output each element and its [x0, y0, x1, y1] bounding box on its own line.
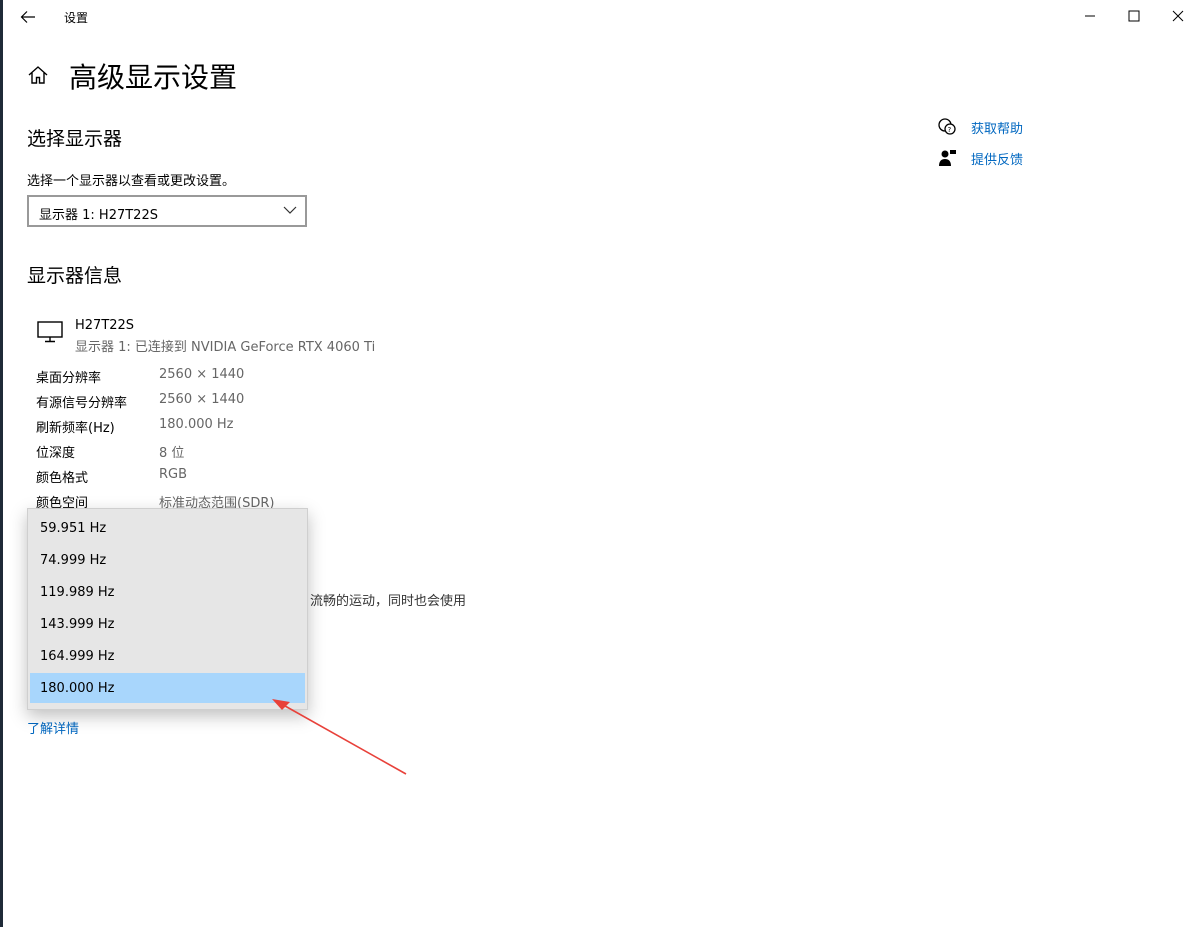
maximize-button[interactable] — [1111, 0, 1157, 32]
refresh-rate-option[interactable]: 119.989 Hz — [30, 577, 305, 607]
display-select-value: 显示器 1: H27T22S — [39, 208, 158, 223]
help-chat-icon: ? — [937, 117, 957, 137]
maximize-icon — [1128, 10, 1140, 22]
back-arrow-icon — [20, 11, 35, 23]
home-icon[interactable] — [27, 64, 49, 86]
refresh-rate-option[interactable]: 59.951 Hz — [30, 513, 305, 543]
info-value: 180.000 Hz — [159, 417, 234, 432]
info-row: 颜色格式 RGB — [36, 467, 436, 487]
title-bar: 设置 — [3, 0, 1198, 34]
option-label: 74.999 Hz — [40, 553, 107, 568]
info-key: 位深度 — [36, 446, 76, 461]
minimize-button[interactable] — [1067, 0, 1113, 32]
back-button[interactable] — [13, 3, 43, 31]
chevron-down-icon — [283, 206, 297, 214]
info-key: 有源信号分辨率 — [36, 396, 128, 411]
info-row: 位深度 8 位 — [36, 442, 436, 462]
refresh-rate-option[interactable]: 143.999 Hz — [30, 609, 305, 639]
info-row: 桌面分辨率 2560 × 1440 — [36, 367, 436, 387]
learn-more-link[interactable]: 了解详情 — [27, 718, 79, 737]
give-feedback-link[interactable]: 提供反馈 — [937, 148, 1023, 168]
option-label: 180.000 Hz — [40, 681, 115, 696]
page-title: 高级显示设置 — [69, 61, 238, 94]
info-key: 桌面分辨率 — [36, 371, 102, 386]
refresh-rate-option[interactable]: 164.999 Hz — [30, 641, 305, 671]
close-button[interactable] — [1155, 0, 1198, 32]
settings-window: 设置 高级显示设置 选择显示器 选择一个显示器以查看或更改设置。 显示器 1: … — [0, 0, 1198, 927]
monitor-name: H27T22S — [75, 318, 135, 333]
give-feedback-label: 提供反馈 — [971, 152, 1024, 168]
get-help-link[interactable]: ? 获取帮助 — [937, 117, 1023, 137]
display-info-heading: 显示器信息 — [27, 265, 123, 287]
info-key: 颜色格式 — [36, 471, 89, 486]
info-value: 8 位 — [159, 446, 185, 461]
info-value: 2560 × 1440 — [159, 367, 245, 382]
refresh-rate-option[interactable]: 74.999 Hz — [30, 545, 305, 575]
display-select-dropdown[interactable]: 显示器 1: H27T22S — [27, 195, 307, 227]
info-value: RGB — [159, 467, 188, 482]
refresh-rate-dropdown-list: 59.951 Hz 74.999 Hz 119.989 Hz 143.999 H… — [27, 508, 308, 710]
monitor-icon — [37, 321, 63, 343]
info-key: 刷新频率(Hz) — [36, 421, 115, 436]
info-row: 刷新频率(Hz) 180.000 Hz — [36, 417, 436, 437]
option-label: 119.989 Hz — [40, 585, 115, 600]
minimize-icon — [1085, 15, 1095, 17]
window-left-edge — [0, 0, 3, 927]
info-value: 2560 × 1440 — [159, 392, 245, 407]
select-display-prompt: 选择一个显示器以查看或更改设置。 — [27, 174, 236, 189]
monitor-connection: 显示器 1: 已连接到 NVIDIA GeForce RTX 4060 Ti — [75, 340, 376, 355]
option-label: 143.999 Hz — [40, 617, 115, 632]
feedback-person-icon — [937, 148, 957, 168]
refresh-rate-option-selected[interactable]: 180.000 Hz — [30, 673, 305, 703]
select-display-heading: 选择显示器 — [27, 128, 123, 150]
option-label: 59.951 Hz — [40, 521, 107, 536]
refresh-rate-description: 流畅的运动，同时也会使用 — [310, 594, 467, 609]
option-label: 164.999 Hz — [40, 649, 115, 664]
svg-text:?: ? — [948, 126, 952, 134]
window-title: 设置 — [64, 11, 89, 25]
info-row: 有源信号分辨率 2560 × 1440 — [36, 392, 436, 412]
get-help-label: 获取帮助 — [971, 121, 1024, 137]
close-icon — [1172, 10, 1184, 22]
